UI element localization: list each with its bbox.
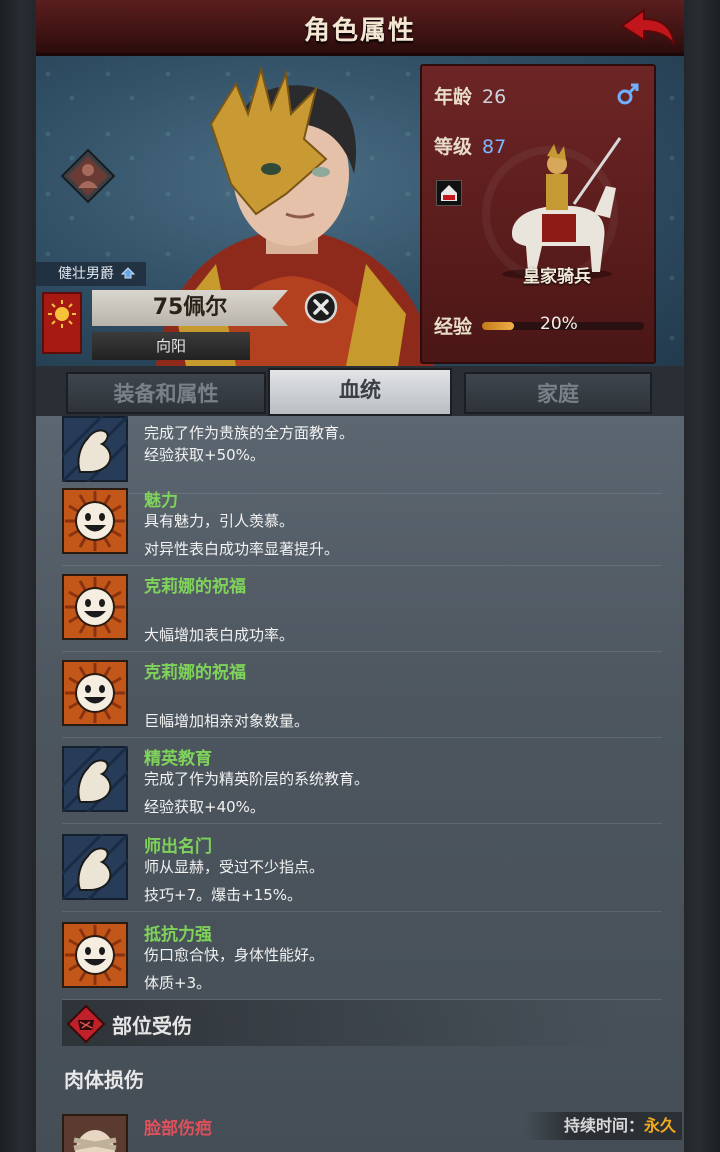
trait-effect: 巨幅增加相亲对象数量。 xyxy=(144,712,310,730)
trait-smile-icon[interactable] xyxy=(62,574,128,640)
trait-arm-icon[interactable] xyxy=(50,416,140,494)
trait-description: 具有魅力，引人羡慕。 xyxy=(144,512,295,530)
trait-row[interactable]: 师出名门 师从显赫，受过不少指点。 技巧+7。爆击+15%。 xyxy=(50,822,662,912)
injury-diamond-icon xyxy=(66,1004,106,1044)
trait-effect: 对异性表白成功率显著提升。 xyxy=(144,540,340,558)
age-row: 年龄 26 xyxy=(434,82,506,109)
injury-section-header: 部位受伤 xyxy=(62,1000,622,1046)
class-emblem-icon[interactable] xyxy=(60,148,116,204)
trait-smile-icon[interactable] xyxy=(62,660,128,726)
male-icon xyxy=(617,83,639,105)
injury-row[interactable]: 脸部伤疤 持续时间：永久 xyxy=(62,1110,684,1152)
page-title: 角色属性 xyxy=(303,16,416,46)
character-screen: 角色属性 健壮男爵 75佩尔 向阳 年龄 26 等级 87 皇家骑兵 经验 20… xyxy=(36,0,684,1152)
section-title: 部位受伤 xyxy=(112,1014,192,1038)
trait-row[interactable]: 克莉娜的祝福大幅增加表白成功率。 xyxy=(62,566,662,652)
trait-row[interactable]: 抵抗力强 伤口愈合快，身体性能好。 体质+3。 xyxy=(62,914,662,1000)
tab-family[interactable]: 家庭 xyxy=(464,372,652,414)
family-banner[interactable] xyxy=(42,292,82,354)
trait-effect: 技巧+7。爆击+15%。 xyxy=(144,886,303,904)
upgrade-arrow-icon xyxy=(121,267,136,279)
title-bar: 角色属性 xyxy=(36,0,684,56)
trait-row[interactable]: 精英教育 完成了作为精英阶层的系统教育。 经验获取+40%。 xyxy=(50,734,662,824)
origin-label: 向阳 xyxy=(92,332,250,360)
injury-name: 脸部伤疤 xyxy=(144,1119,212,1139)
left-border xyxy=(0,0,36,1152)
duration-label: 持续时间： xyxy=(563,1116,644,1135)
trait-name: 精英教育 xyxy=(144,749,212,769)
right-border xyxy=(684,0,720,1152)
duration-value: 永久 xyxy=(643,1116,676,1135)
trait-list: 完成了作为贵族的全方面教育。 经验获取+50%。 魅力 具有魅力，引人羡慕。对异性表白… xyxy=(36,416,684,1152)
trait-arm-icon[interactable] xyxy=(50,734,140,824)
close-icon[interactable] xyxy=(304,290,338,324)
trait-name: 克莉娜的祝福 xyxy=(144,663,246,683)
trait-arm-icon[interactable] xyxy=(50,822,140,912)
trait-name: 魅力 xyxy=(144,491,178,511)
sun-emblem-icon xyxy=(48,300,76,328)
trait-description: 完成了作为贵族的全方面教育。 xyxy=(144,424,355,442)
trait-row[interactable]: 克莉娜的祝福巨幅增加相亲对象数量。 xyxy=(62,652,662,738)
noble-title-tag: 健壮男爵 xyxy=(36,262,146,286)
injury-category: 肉体损伤 xyxy=(64,1068,144,1092)
exp-percent: 20% xyxy=(540,314,578,334)
unit-class-name: 皇家骑兵 xyxy=(523,267,591,287)
exp-label: 经验 xyxy=(434,316,473,338)
trait-description: 完成了作为精英阶层的系统教育。 xyxy=(144,770,370,788)
exp-progress-fill xyxy=(482,322,515,330)
back-arrow-icon[interactable] xyxy=(618,6,676,50)
trait-effect: 经验获取+40%。 xyxy=(144,798,265,816)
trait-name: 抵抗力强 xyxy=(144,925,212,945)
house-icon xyxy=(441,185,457,201)
bandaged-face-icon[interactable] xyxy=(62,1114,128,1152)
level-label: 等级 xyxy=(434,136,473,158)
trait-effect: 体质+3。 xyxy=(144,974,212,992)
stats-panel: 年龄 26 等级 87 皇家骑兵 经验 20% xyxy=(420,64,656,364)
trait-description: 师从显赫，受过不少指点。 xyxy=(144,858,325,876)
trait-name: 师出名门 xyxy=(144,837,212,857)
trait-effect: 大幅增加表白成功率。 xyxy=(144,626,295,644)
tab-lineage[interactable]: 血统 xyxy=(268,368,452,416)
tab-equipment[interactable]: 装备和属性 xyxy=(66,372,266,414)
duration-indicator: 持续时间：永久 xyxy=(523,1112,682,1140)
trait-effect: 经验获取+50%。 xyxy=(144,446,265,464)
age-label: 年龄 xyxy=(434,86,473,108)
trait-smile-icon[interactable] xyxy=(62,922,128,988)
character-name: 75佩尔 xyxy=(92,290,288,326)
trait-name: 克莉娜的祝福 xyxy=(144,577,246,597)
trait-description: 伤口愈合快，身体性能好。 xyxy=(144,946,325,964)
age-value: 26 xyxy=(482,86,507,108)
trait-row[interactable]: 魅力 具有魅力，引人羡慕。对异性表白成功率显著提升。 xyxy=(62,480,662,566)
tab-bar: 装备和属性 血统 家庭 xyxy=(36,366,684,416)
trait-smile-icon[interactable] xyxy=(62,488,128,554)
residence-icon[interactable] xyxy=(436,180,462,206)
noble-title: 健壮男爵 xyxy=(58,266,114,282)
